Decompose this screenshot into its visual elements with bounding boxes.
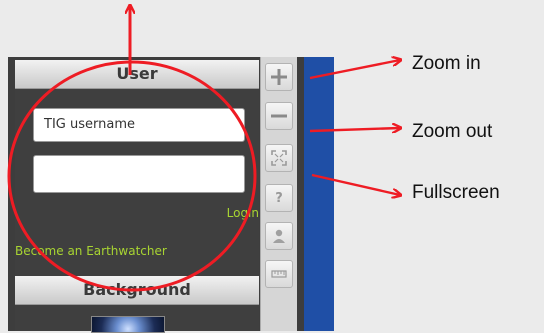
zoom-out-arrow: [309, 128, 400, 131]
fullscreen-annotation: Fullscreen: [412, 182, 500, 203]
zoom-in-arrow: [309, 60, 400, 80]
zoom-out-annotation: Zoom out: [412, 121, 493, 142]
fullscreen-arrow: [311, 173, 400, 195]
annotation-overlay: [7, 0, 544, 292]
zoom-in-annotation: Zoom in: [412, 53, 481, 74]
login-highlight-ellipse: [7, 60, 257, 292]
